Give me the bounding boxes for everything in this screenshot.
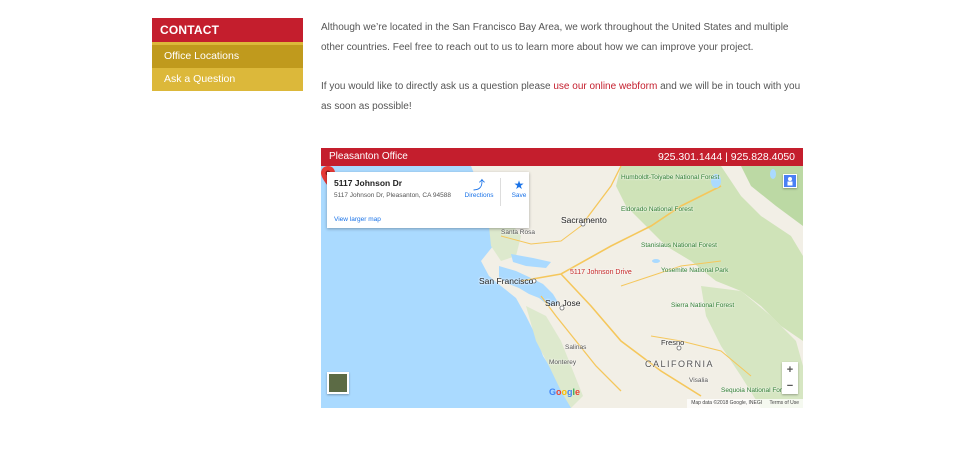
- save-label: Save: [511, 192, 527, 199]
- map-label-eldorado: Eldorado National Forest: [621, 206, 693, 213]
- google-map[interactable]: Sacramento Santa Rosa San Francisco San …: [321, 166, 803, 408]
- intro-paragraph: Although we’re located in the San Franci…: [321, 22, 789, 53]
- webform-paragraph: If you would like to directly ask us a q…: [321, 77, 803, 117]
- sidebar-heading: CONTACT: [152, 18, 303, 42]
- sidebar-item-ask-a-question[interactable]: Ask a Question: [152, 68, 303, 91]
- map-label-santa-rosa: Santa Rosa: [501, 229, 535, 236]
- map-label-humboldt: Humboldt-Toiyabe National Forest: [621, 174, 720, 181]
- view-larger-map-link[interactable]: View larger map: [334, 216, 381, 223]
- directions-icon: ⤴: [472, 178, 485, 192]
- terms-of-use-link[interactable]: Terms of Use: [770, 400, 799, 406]
- office-phones: 925.301.1444 | 925.828.4050: [657, 151, 795, 163]
- directions-button[interactable]: ⤴ Directions: [459, 178, 499, 199]
- map-data-text: Map data ©2018 Google, INEGI: [691, 400, 763, 406]
- zoom-controls: + −: [782, 362, 798, 394]
- map-label-salinas: Salinas: [565, 344, 587, 351]
- map-label-san-francisco: San Francisco: [479, 276, 534, 286]
- webform-text-before: If you would like to directly ask us a q…: [321, 81, 554, 92]
- save-button[interactable]: ★ Save: [499, 178, 539, 199]
- map-label-stanislaus: Stanislaus National Forest: [641, 242, 717, 249]
- office-header: Pleasanton Office 925.301.1444 | 925.828…: [321, 148, 803, 166]
- sidebar-item-office-locations[interactable]: Office Locations: [152, 45, 303, 68]
- map-label-visalia: Visalia: [689, 377, 709, 384]
- map-label-san-jose: San Jose: [545, 298, 581, 308]
- directions-label: Directions: [464, 192, 494, 199]
- office-name: Pleasanton Office: [329, 151, 408, 162]
- contact-sidebar: CONTACT Office Locations Ask a Question: [152, 18, 303, 91]
- place-title: 5117 Johnson Dr: [334, 178, 403, 188]
- map-label-yosemite: Yosemite National Park: [661, 267, 729, 274]
- zoom-in-button[interactable]: +: [782, 362, 798, 378]
- star-icon: ★: [513, 178, 525, 192]
- map-label-california: CALIFORNIA: [645, 359, 715, 369]
- map-label-monterey: Monterey: [549, 359, 577, 366]
- place-address: 5117 Johnson Dr, Pleasanton, CA 94588: [334, 192, 451, 199]
- map-label-fresno: Fresno: [661, 338, 685, 347]
- map-label-pin: 5117 Johnson Drive: [570, 269, 632, 276]
- map-label-sequoia: Sequoia National Forest: [721, 387, 791, 394]
- place-info-card: 5117 Johnson Dr 5117 Johnson Dr, Pleasan…: [327, 172, 529, 228]
- contact-content: Although we’re located in the San Franci…: [321, 18, 803, 117]
- zoom-out-button[interactable]: −: [782, 378, 798, 394]
- map-attribution: Map data ©2018 Google, INEGI Terms of Us…: [687, 399, 803, 408]
- map-label-sierra: Sierra National Forest: [671, 302, 735, 309]
- google-logo: Google: [549, 387, 581, 397]
- satellite-toggle-thumbnail[interactable]: [327, 372, 349, 394]
- webform-link[interactable]: use our online webform: [553, 81, 657, 92]
- map-label-sacramento: Sacramento: [561, 215, 607, 225]
- street-view-pegman-icon[interactable]: [783, 174, 797, 188]
